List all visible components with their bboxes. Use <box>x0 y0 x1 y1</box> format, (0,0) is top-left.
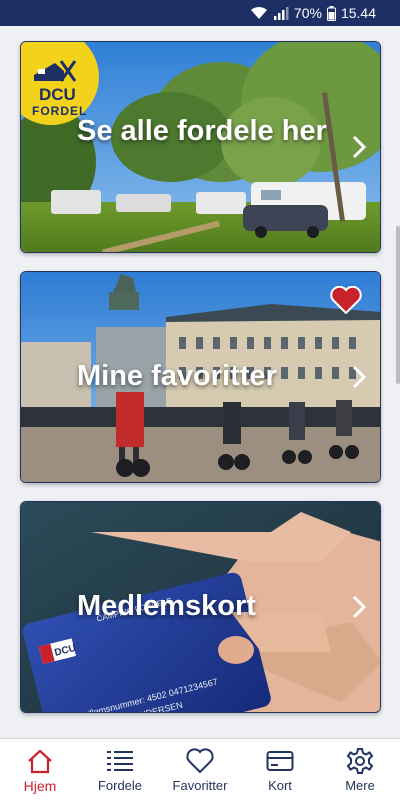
badge-line1: DCU <box>39 85 76 104</box>
heart-icon[interactable] <box>330 285 362 319</box>
nav-label: Kort <box>268 778 292 793</box>
card-title: Se alle fordele her <box>77 115 327 147</box>
card-icon <box>266 748 294 774</box>
chevron-right-icon <box>352 595 367 624</box>
nav-item-hjem[interactable]: Hjem <box>0 739 80 800</box>
home-icon <box>26 748 54 774</box>
list-icon <box>106 748 134 774</box>
gear-icon <box>346 748 374 774</box>
scrollbar[interactable] <box>396 226 400 384</box>
card-membership[interactable]: DCU CAMPING FORDELE Medlemsnummer: 4502 … <box>20 501 381 713</box>
bottom-nav: Hjem Fordele Favoritter Kort Mere <box>0 738 400 800</box>
nav-label: Fordele <box>97 778 143 793</box>
card-favorites[interactable]: Mine favoritter <box>20 271 381 483</box>
clock: 15.44 <box>340 5 376 21</box>
battery-icon <box>326 5 336 21</box>
chevron-right-icon <box>352 365 367 394</box>
battery-percent: 70% <box>293 5 322 21</box>
card-benefits[interactable]: DCU FORDEL Se alle fordele her <box>20 41 381 253</box>
nav-item-mere[interactable]: Mere <box>320 739 400 800</box>
nav-item-fordele[interactable]: Fordele <box>80 739 160 800</box>
nav-label: Favoritter <box>172 778 228 793</box>
nav-label: Mere <box>345 778 375 793</box>
card-title: Medlemskort <box>77 590 256 622</box>
wifi-icon <box>250 6 268 20</box>
signal-icon <box>273 6 289 20</box>
chevron-right-icon <box>352 135 367 164</box>
nav-item-favoritter[interactable]: Favoritter <box>160 739 240 800</box>
home-feed[interactable]: DCU FORDEL Se alle fordele her Mine favo… <box>0 26 400 738</box>
status-bar: 70% 15.44 <box>0 0 400 26</box>
nav-item-kort[interactable]: Kort <box>240 739 320 800</box>
nav-label: Hjem <box>23 778 57 794</box>
card-title: Mine favoritter <box>77 360 277 392</box>
heart-icon <box>186 748 214 774</box>
